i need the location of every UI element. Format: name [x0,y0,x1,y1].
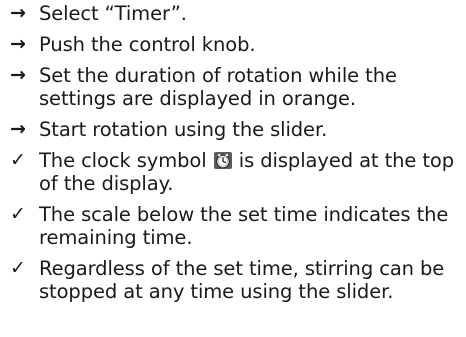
result-text: Regardless of the set time, stirring can… [39,257,445,303]
checkmark-icon: ✓ [10,149,26,171]
result-text: The clock symbol is displayed at the top… [39,149,460,195]
result-stop-stirring: ✓ Regardless of the set time, stirring c… [10,257,460,303]
step-set-duration: → Set the duration of rotation while the… [10,64,460,110]
step-select-timer: → Select “Timer”. [10,2,460,25]
result-clock-symbol: ✓ The clock symbol is displayed at the t… [10,149,460,195]
arrow-icon: → [10,118,26,140]
result-text: The scale below the set time indicates t… [39,203,449,249]
checkmark-icon: ✓ [10,203,26,225]
step-text: Select “Timer”. [39,2,187,25]
checkmark-icon: ✓ [10,257,26,279]
arrow-icon: → [10,33,26,55]
step-text: Push the control knob. [39,33,256,56]
step-push-knob: → Push the control knob. [10,33,460,56]
step-text: Start rotation using the slider. [39,118,328,141]
result-text-before: The clock symbol [39,149,207,172]
step-start-rotation: → Start rotation using the slider. [10,118,460,141]
arrow-icon: → [10,64,26,86]
result-scale: ✓ The scale below the set time indicates… [10,203,460,249]
clock-icon [213,152,232,169]
instruction-list: → Select “Timer”. → Push the control kno… [10,2,460,311]
step-text: Set the duration of rotation while the s… [39,64,397,110]
arrow-icon: → [10,2,26,24]
